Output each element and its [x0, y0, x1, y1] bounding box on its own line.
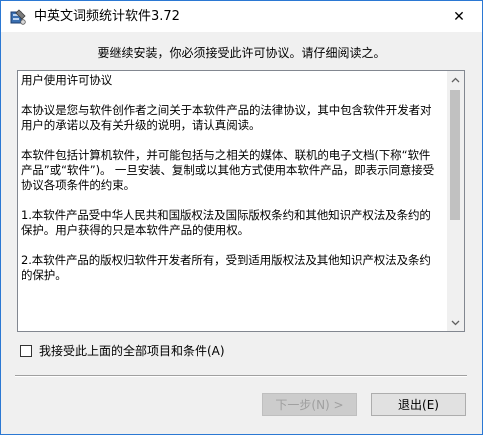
title-bar[interactable]: 中英文词频统计软件3.72 ✕	[1, 1, 482, 32]
next-button[interactable]: 下一步(N) >	[262, 393, 357, 416]
license-paragraph: 1.本软件产品受中华人民共和国版权法及国际版权条约和其他知识产权法及条约的保护。…	[21, 208, 431, 237]
license-paragraph: 本软件包括计算机软件，并可能包括与之相关的媒体、联机的电子文档(下称“软件产品”…	[21, 148, 435, 192]
license-text: 用户使用许可协议 本协议是您与软件创作者之间关于本软件产品的法律协议，其中包含软…	[21, 73, 441, 298]
close-icon: ✕	[453, 8, 465, 25]
agree-row[interactable]: 我接受此上面的全部项目和条件(A)	[20, 343, 225, 359]
scroll-thumb[interactable]	[450, 90, 460, 220]
license-paragraph: 2.本软件产品的版权归软件开发者所有，受到适用版权法及其他知识产权法及条约的保护…	[21, 253, 431, 282]
install-instruction: 要继续安装，你必须接受此许可协议。请仔细阅读之。	[97, 46, 386, 60]
vertical-scrollbar[interactable]	[447, 71, 464, 331]
chevron-up-icon	[451, 77, 460, 82]
license-paragraph: 用户使用许可协议	[21, 73, 113, 87]
exit-button[interactable]: 退出(E)	[371, 393, 466, 416]
license-textbox[interactable]: 用户使用许可协议 本协议是您与软件创作者之间关于本软件产品的法律协议，其中包含软…	[17, 70, 465, 332]
scroll-up-button[interactable]	[447, 71, 464, 88]
scroll-down-button[interactable]	[447, 314, 464, 331]
app-icon	[10, 9, 26, 25]
separator	[15, 375, 467, 377]
window-title: 中英文词频统计软件3.72	[34, 9, 180, 24]
license-paragraph: 本协议是您与软件创作者之间关于本软件产品的法律协议，其中包含软件开发者对用户的承…	[21, 103, 432, 132]
close-button[interactable]: ✕	[436, 1, 482, 32]
installer-dialog: 中英文词频统计软件3.72 ✕ 要继续安装，你必须接受此许可协议。请仔细阅读之。…	[0, 0, 483, 435]
agree-checkbox[interactable]	[20, 345, 32, 357]
chevron-down-icon	[451, 320, 460, 325]
agree-label[interactable]: 我接受此上面的全部项目和条件(A)	[39, 343, 225, 359]
